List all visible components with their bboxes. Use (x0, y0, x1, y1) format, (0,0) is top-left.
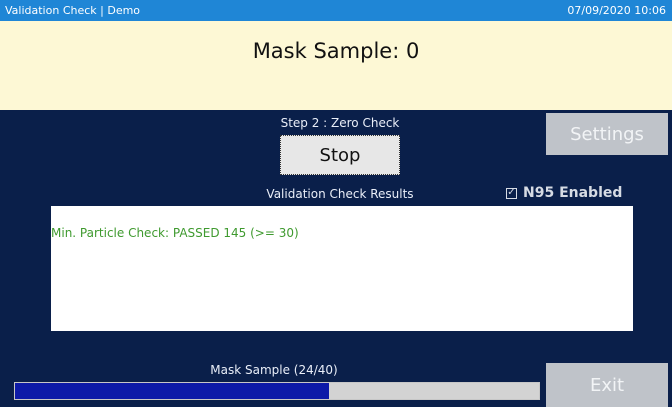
result-line: Min. Particle Check: PASSED 145 (>= 30) (51, 226, 299, 240)
stop-button[interactable]: Stop (280, 135, 400, 175)
progress-label: Mask Sample (24/40) (210, 363, 338, 377)
checkbox-icon[interactable]: ✓ (506, 187, 517, 199)
results-heading: Validation Check Results (266, 187, 414, 201)
n95-label: N95 Enabled (523, 185, 623, 201)
settings-button[interactable]: Settings (546, 113, 668, 155)
results-box: Min. Particle Check: PASSED 145 (>= 30) (51, 206, 633, 331)
step-label: Step 2 : Zero Check (280, 116, 400, 130)
title-bar: Validation Check | Demo 07/09/2020 10:06 (0, 0, 672, 21)
progress-fill (15, 383, 330, 399)
n95-enabled-toggle[interactable]: ✓ N95 Enabled (506, 185, 622, 201)
progress-bar (14, 382, 540, 400)
datetime-display: 07/09/2020 10:06 (567, 4, 666, 17)
app-title: Validation Check | Demo (5, 4, 141, 17)
mask-sample-title: Mask Sample: 0 (252, 39, 420, 63)
main-panel: Step 2 : Zero Check Stop Settings Valida… (0, 110, 672, 407)
header-banner: Mask Sample: 0 (0, 21, 672, 110)
exit-button[interactable]: Exit (546, 363, 668, 407)
